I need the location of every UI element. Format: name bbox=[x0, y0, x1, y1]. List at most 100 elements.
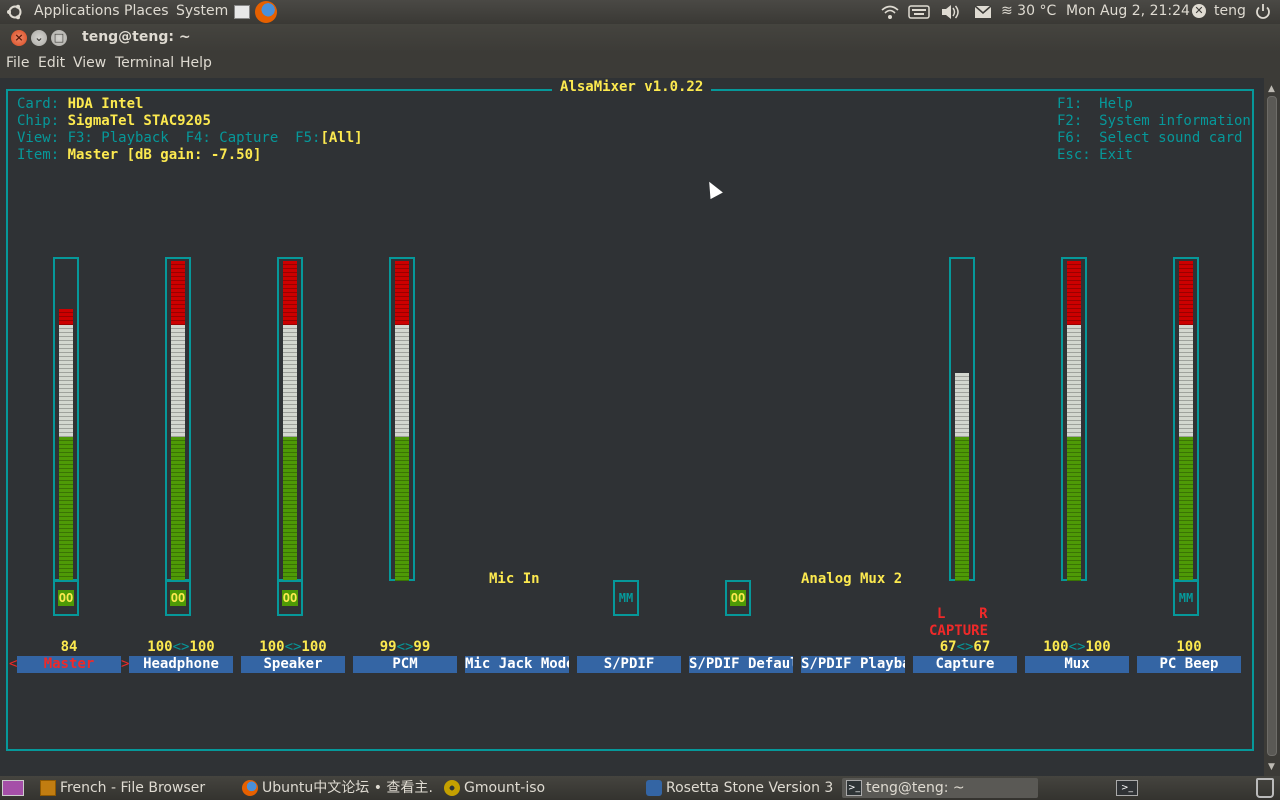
close-window-button[interactable]: × bbox=[11, 30, 27, 46]
power-icon[interactable] bbox=[1255, 3, 1271, 20]
volume-level-cell bbox=[1179, 517, 1193, 533]
user-menu[interactable]: teng bbox=[1214, 3, 1246, 19]
volume-level-cell bbox=[1067, 357, 1081, 373]
card-value: HDA Intel bbox=[67, 96, 144, 112]
menu-view[interactable]: View bbox=[73, 55, 106, 71]
minimize-window-button[interactable]: ⌄ bbox=[31, 30, 47, 46]
places-menu[interactable]: Places bbox=[124, 3, 169, 19]
volume-level-cell bbox=[171, 293, 185, 309]
scrollbar-thumb[interactable] bbox=[1267, 96, 1277, 756]
firefox-icon[interactable] bbox=[255, 1, 277, 23]
s-pdif-defaul-mute-switch[interactable]: OO bbox=[725, 580, 751, 616]
weather-indicator[interactable]: ≋ 30 °C bbox=[1001, 3, 1056, 19]
pcm-volume-slider[interactable] bbox=[389, 257, 415, 581]
switch-state: OO bbox=[58, 590, 74, 606]
volume-level-cell bbox=[395, 549, 409, 565]
channel-label-capture[interactable]: Capture bbox=[913, 656, 1017, 673]
applications-menu[interactable]: Applications bbox=[34, 3, 120, 19]
master-volume-slider[interactable] bbox=[53, 257, 79, 581]
channel-label-pcm[interactable]: PCM bbox=[353, 656, 457, 673]
taskbar-item-rosetta[interactable]: Rosetta Stone Version 3 bbox=[642, 778, 838, 798]
taskbar-item-firefox[interactable]: Ubuntu中文论坛 • 查看主… bbox=[238, 778, 434, 798]
wifi-icon[interactable] bbox=[881, 4, 899, 20]
volume-level-cell bbox=[59, 341, 73, 357]
terminal-area[interactable]: AlsaMixer v1.0.22 Card: HDA Intel Chip: … bbox=[0, 78, 1264, 776]
terminal-scrollbar[interactable]: ▲ ▼ bbox=[1264, 78, 1280, 776]
taskbar-item-file-browser[interactable]: French - File Browser bbox=[36, 778, 232, 798]
chip-line: Chip: SigmaTel STAC9205 bbox=[17, 113, 211, 129]
spdif-playback-value: Analog Mux 2 bbox=[801, 571, 903, 587]
key-system-info: F2: System information bbox=[1057, 113, 1251, 129]
channel-label-s-pdif-playba[interactable]: S/PDIF Playba bbox=[801, 656, 905, 673]
volume-level-cell bbox=[1179, 549, 1193, 565]
pcm-value: 99<>99 bbox=[379, 639, 431, 655]
mail-icon[interactable] bbox=[974, 5, 992, 19]
show-desktop-icon[interactable] bbox=[2, 780, 24, 796]
system-menu[interactable]: System bbox=[176, 3, 228, 19]
volume-level-cell bbox=[395, 453, 409, 469]
menu-help[interactable]: Help bbox=[180, 55, 212, 71]
volume-level-cell bbox=[1179, 405, 1193, 421]
chip-value: SigmaTel STAC9205 bbox=[67, 113, 211, 129]
volume-level-cell bbox=[1067, 485, 1081, 501]
s-pdif-mute-switch[interactable]: MM bbox=[613, 580, 639, 616]
taskbar-item-gmount[interactable]: Gmount-iso bbox=[440, 778, 636, 798]
scroll-down-arrow-icon[interactable]: ▼ bbox=[1268, 762, 1275, 772]
taskbar-item-terminal[interactable]: >_ teng@teng: ~ bbox=[842, 778, 1038, 798]
headphone-mute-switch[interactable]: OO bbox=[165, 580, 191, 616]
headphone-volume-slider[interactable] bbox=[165, 257, 191, 581]
bottom-panel: French - File Browser Ubuntu中文论坛 • 查看主… … bbox=[0, 776, 1280, 800]
master-mute-switch[interactable]: OO bbox=[53, 580, 79, 616]
channel-label-headphone[interactable]: Headphone bbox=[129, 656, 233, 673]
channel-label-s-pdif-defaul[interactable]: S/PDIF Defaul bbox=[689, 656, 793, 673]
menu-edit[interactable]: Edit bbox=[38, 55, 65, 71]
clock[interactable]: Mon Aug 2, 21:24 bbox=[1066, 3, 1190, 19]
channel-label-mic-jack-mode[interactable]: Mic Jack Mode bbox=[465, 656, 569, 673]
terminal-icon: >_ bbox=[846, 780, 862, 796]
volume-level-cell bbox=[395, 373, 409, 389]
volume-level-cell bbox=[1179, 309, 1193, 325]
volume-level-cell bbox=[955, 437, 969, 453]
speaker-mute-switch[interactable]: OO bbox=[277, 580, 303, 616]
channel-label-pc-beep[interactable]: PC Beep bbox=[1137, 656, 1241, 673]
volume-level-cell bbox=[1067, 421, 1081, 437]
maximize-window-button[interactable]: □ bbox=[51, 30, 67, 46]
keyboard-icon[interactable] bbox=[908, 5, 930, 19]
channel-label-speaker[interactable]: Speaker bbox=[241, 656, 345, 673]
volume-level-cell bbox=[955, 533, 969, 549]
pc-beep-volume-slider[interactable] bbox=[1173, 257, 1199, 581]
mux-value: 100<>100 bbox=[1043, 639, 1111, 655]
channel-label-master[interactable]: Master bbox=[17, 656, 121, 673]
volume-level-cell bbox=[283, 405, 297, 421]
launcher-icon[interactable] bbox=[234, 5, 250, 19]
volume-level-cell bbox=[1067, 261, 1081, 277]
volume-level-cell bbox=[1067, 533, 1081, 549]
key-select-card: F6: Select sound card bbox=[1057, 130, 1243, 146]
key-help: F1: Help bbox=[1057, 96, 1133, 112]
channel-label-s-pdif[interactable]: S/PDIF bbox=[577, 656, 681, 673]
menu-terminal[interactable]: Terminal bbox=[115, 55, 174, 71]
capture-volume-slider[interactable] bbox=[949, 257, 975, 581]
workspace-switcher-icon[interactable]: >_ bbox=[1116, 780, 1138, 796]
volume-level-cell bbox=[1179, 485, 1193, 501]
speaker-volume-slider[interactable] bbox=[277, 257, 303, 581]
menu-file[interactable]: File bbox=[6, 55, 29, 71]
window-titlebar[interactable]: × ⌄ □ teng@teng: ~ bbox=[0, 24, 1280, 52]
disc-icon bbox=[444, 780, 460, 796]
volume-level-cell bbox=[59, 469, 73, 485]
pc-beep-mute-switch[interactable]: MM bbox=[1173, 580, 1199, 616]
volume-level-cell bbox=[283, 293, 297, 309]
trash-icon[interactable] bbox=[1256, 778, 1274, 798]
channel-label-mux[interactable]: Mux bbox=[1025, 656, 1129, 673]
volume-level-cell bbox=[395, 421, 409, 437]
volume-level-cell bbox=[955, 389, 969, 405]
volume-icon[interactable] bbox=[940, 4, 960, 20]
selected-right-marker: > bbox=[121, 656, 130, 672]
user-status-icon[interactable]: ✕ bbox=[1192, 4, 1206, 18]
volume-level-cell bbox=[171, 501, 185, 517]
scroll-up-arrow-icon[interactable]: ▲ bbox=[1268, 84, 1275, 94]
volume-level-cell bbox=[171, 373, 185, 389]
ubuntu-logo-icon[interactable] bbox=[6, 3, 24, 21]
alsamixer-title: AlsaMixer v1.0.22 bbox=[552, 79, 712, 95]
mux-volume-slider[interactable] bbox=[1061, 257, 1087, 581]
